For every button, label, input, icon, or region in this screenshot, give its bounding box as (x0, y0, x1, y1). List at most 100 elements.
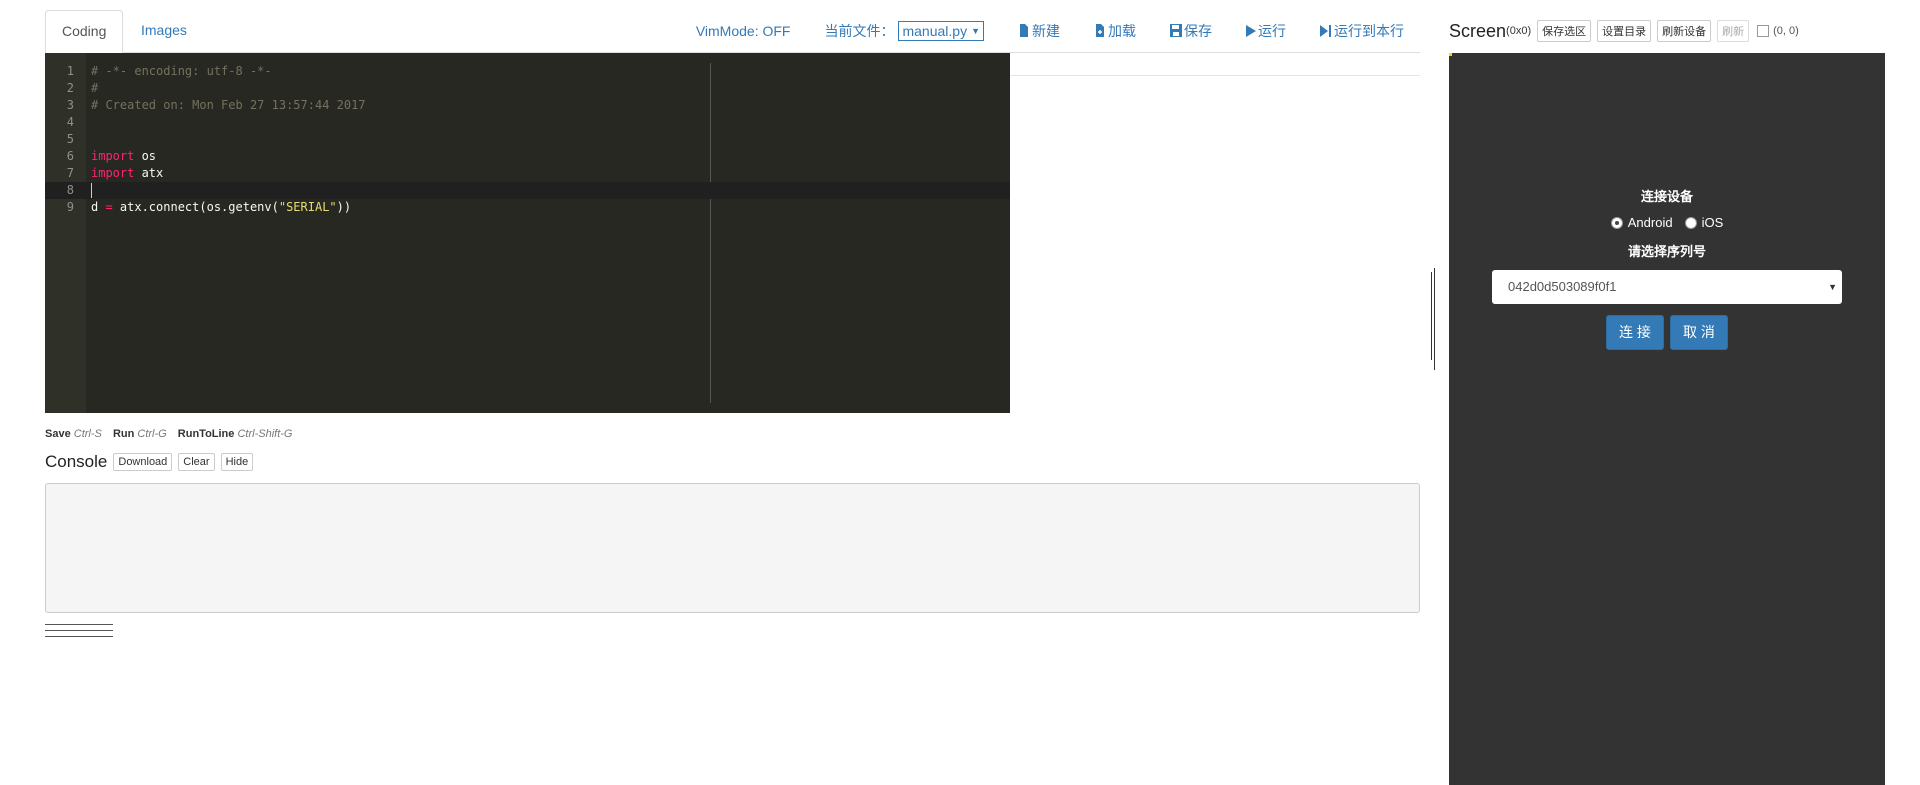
selection-marker (1449, 53, 1452, 56)
line-number: 8 (66, 183, 74, 197)
hide-button[interactable]: Hide (220, 453, 254, 471)
new-file-label: 新建 (1032, 22, 1060, 39)
connect-button[interactable]: 连 接 (1606, 315, 1664, 350)
new-file-button[interactable]: 新建 (1018, 21, 1060, 41)
connect-dialog: 连接设备 Android iOS 请选择序列号 042d0d503089f0f1… (1449, 186, 1885, 350)
line-number: 5 (66, 132, 74, 146)
radio-android[interactable]: Android (1610, 215, 1673, 230)
shortcut-name: Run (112, 428, 135, 440)
file-load-icon (1096, 24, 1104, 37)
serial-select[interactable]: 042d0d503089f0f1 ▼ (1492, 270, 1842, 304)
screen-panel: Screen (0x0) 保存选区 设置目录 刷新设备 刷新 (0, 0) 连接… (1449, 10, 1885, 785)
radio-dot (1684, 216, 1697, 229)
console-header: Console Download Clear Hide (45, 452, 259, 472)
radio-dot (1610, 216, 1623, 229)
dialog-actions: 连 接 取 消 (1449, 315, 1885, 350)
code-text: # -*- encoding: utf-8 -*- (91, 64, 272, 78)
code-part: )) (336, 200, 352, 214)
play-icon (1246, 24, 1256, 37)
tab-images[interactable]: Images (125, 10, 203, 51)
code-text: import os (91, 148, 156, 165)
refresh-button[interactable]: 刷新 (1717, 20, 1750, 42)
editor-area: 1 # -*- encoding: utf-8 -*- 2 # 3 # Crea… (45, 53, 1420, 437)
code-text: # Created on: Mon Feb 27 13:57:44 2017 (91, 98, 366, 112)
line-number: 6 (66, 149, 74, 163)
line-number: 9 (66, 200, 74, 214)
connect-title: 连接设备 (1640, 189, 1693, 204)
line-number: 3 (66, 98, 74, 112)
run-to-line-label: 运行到本行 (1334, 22, 1404, 39)
left-panel: Coding Images VimMode: OFF 当前文件： manual.… (45, 10, 1420, 637)
line-number: 4 (66, 115, 74, 129)
code-rest: atx (134, 166, 164, 180)
screen-size: (0x0) (1506, 25, 1532, 37)
file-icon (1020, 24, 1028, 37)
code-part: d (91, 200, 106, 214)
shortcut-key: Ctrl-G (137, 428, 167, 440)
download-button[interactable]: Download (113, 453, 173, 471)
step-forward-icon (1320, 24, 1331, 37)
resize-handle[interactable] (45, 624, 113, 642)
radio-ios[interactable]: iOS (1684, 215, 1724, 230)
save-button[interactable]: 保存 (1170, 21, 1212, 41)
code-rest: os (134, 149, 157, 163)
keyword: import (91, 166, 135, 180)
code-text: import atx (91, 165, 163, 182)
cursor-coordinates: (0, 0) (1773, 25, 1799, 37)
code-line-active: 8 (45, 182, 1010, 199)
file-select[interactable]: manual.py ▼ (898, 20, 984, 41)
cancel-button[interactable]: 取 消 (1670, 315, 1728, 350)
line-number: 2 (66, 81, 74, 95)
splitter-line (1434, 268, 1435, 370)
run-to-line-button[interactable]: 运行到本行 (1320, 21, 1404, 41)
set-directory-button[interactable]: 设置目录 (1597, 20, 1652, 42)
code-part: atx.connect(os.getenv( (112, 200, 279, 214)
line-number: 1 (66, 64, 74, 78)
vim-mode-toggle[interactable]: VimMode: OFF (696, 23, 791, 39)
divider (1010, 75, 1420, 76)
code-line: 2 # (45, 80, 1010, 97)
refresh-devices-button[interactable]: 刷新设备 (1657, 20, 1712, 42)
tab-coding[interactable]: Coding (45, 10, 124, 54)
code-line: 3 # Created on: Mon Feb 27 13:57:44 2017 (45, 97, 1010, 114)
screen-header: Screen (0x0) 保存选区 设置目录 刷新设备 刷新 (0, 0) (1449, 10, 1885, 52)
keyword: import (91, 149, 135, 163)
operator: = (105, 200, 113, 214)
load-button[interactable]: 加载 (1094, 21, 1136, 41)
code-line: 7 import atx (45, 165, 1010, 182)
shortcut-name: RunToLine (177, 428, 235, 440)
serial-value: 042d0d503089f0f1 (1508, 279, 1617, 294)
serial-prompt: 请选择序列号 (1627, 244, 1706, 259)
device-screen[interactable]: 连接设备 Android iOS 请选择序列号 042d0d503089f0f1… (1449, 53, 1885, 785)
save-selection-button[interactable]: 保存选区 (1537, 20, 1592, 42)
floppy-icon (1170, 24, 1182, 37)
code-line: 5 (45, 131, 1010, 148)
code-text: d = atx.connect(os.getenv("SERIAL")) (91, 199, 351, 216)
tab-bar: Coding Images VimMode: OFF 当前文件： manual.… (45, 10, 1420, 54)
auto-refresh-checkbox[interactable] (1757, 25, 1770, 37)
clear-button[interactable]: Clear (178, 453, 215, 471)
radio-ios-label: iOS (1701, 215, 1724, 230)
shortcut-key: Ctrl-S (73, 428, 102, 440)
current-file-label: 当前文件： (824, 22, 895, 39)
screen-title: Screen (1449, 20, 1507, 41)
code-line: 4 (45, 114, 1010, 131)
load-label: 加载 (1108, 22, 1136, 39)
string-literal: "SERIAL" (278, 200, 337, 214)
code-line: 6 import os (45, 148, 1010, 165)
run-label: 运行 (1258, 22, 1286, 39)
console-title: Console (45, 452, 108, 471)
code-text: # (91, 81, 99, 95)
console-output[interactable] (45, 483, 1420, 613)
code-editor[interactable]: 1 # -*- encoding: utf-8 -*- 2 # 3 # Crea… (45, 53, 1010, 413)
chevron-down-icon: ▼ (1828, 282, 1837, 292)
save-label: 保存 (1184, 22, 1212, 39)
code-line: 1 # -*- encoding: utf-8 -*- (45, 63, 1010, 80)
text-cursor (91, 183, 92, 198)
file-select-value: manual.py (902, 22, 968, 39)
code-line: 9 d = atx.connect(os.getenv("SERIAL")) (45, 199, 1010, 216)
splitter-line (1431, 272, 1432, 360)
toolbar: VimMode: OFF 当前文件： manual.py ▼ 新建 加载 保存 … (662, 10, 1420, 51)
shortcut-name: Save (45, 428, 71, 440)
run-button[interactable]: 运行 (1246, 21, 1286, 41)
